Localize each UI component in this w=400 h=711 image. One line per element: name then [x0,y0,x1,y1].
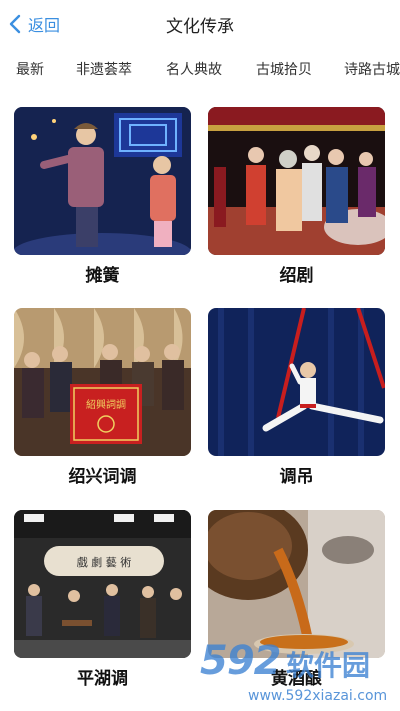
item-title: 摊簧 [85,266,120,286]
watermark: 592 软件园 www.592xiazai.com [196,638,400,711]
tab-ancient-city[interactable]: 古城拾贝 [256,50,312,94]
watermark-url: www.592xiazai.com [248,688,388,704]
item-title: 绍兴词调 [68,467,137,487]
item-title: 调吊 [279,467,314,487]
category-tabs: 最新 非遗荟萃 名人典故 古城拾贝 诗路古城 [0,50,400,94]
item-card[interactable]: 调吊 [208,308,385,487]
item-image [208,510,385,658]
tab-celebrity-stories[interactable]: 名人典故 [166,50,222,94]
svg-text:紹興詞調: 紹興詞調 [86,398,126,411]
item-image [208,107,385,255]
item-card[interactable]: 绍剧 [208,107,385,286]
item-image [208,308,385,456]
item-title: 绍剧 [279,266,314,286]
item-title: 平湖调 [77,669,128,689]
watermark-brand: 软件园 [286,649,371,682]
item-card[interactable]: 摊簧 [14,107,191,286]
tab-intangible-heritage[interactable]: 非遗荟萃 [76,50,132,94]
tab-poetry-road[interactable]: 诗路古城 [344,50,400,94]
item-card[interactable]: 紹興詞調 绍兴词调 [14,308,191,487]
item-image: 紹興詞調 [14,308,191,456]
item-card[interactable]: 戲 劇 藝 術 平湖调 [14,510,191,689]
top-bar: 返回 文化传承 [0,0,400,48]
svg-text:戲 劇 藝 術: 戲 劇 藝 術 [77,555,132,569]
page-title: 文化传承 [166,17,234,37]
watermark-logo: 592 [200,638,281,684]
tab-latest[interactable]: 最新 [16,50,44,94]
item-image: 戲 劇 藝 術 [14,510,191,658]
item-image [14,107,191,255]
